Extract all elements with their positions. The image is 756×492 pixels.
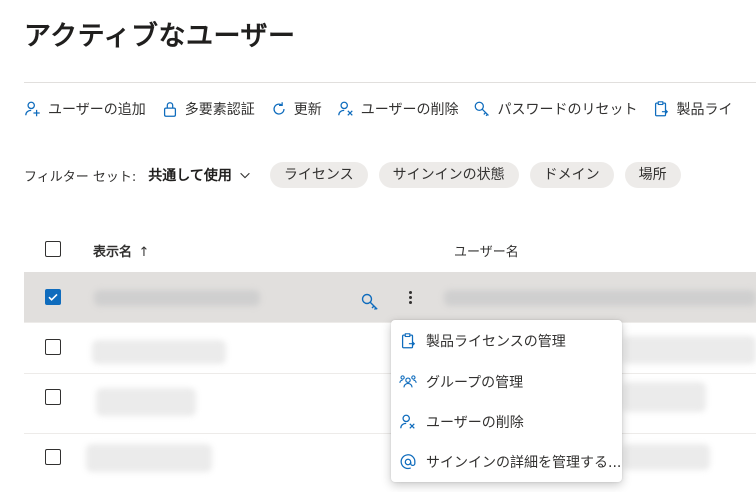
- mfa-label: 多要素認証: [184, 102, 255, 118]
- filter-chip-location[interactable]: 場所: [624, 162, 681, 188]
- command-bar: ユーザーの追加 多要素認証 更新 ユーザーの削除 パスワードのリセット 製品ライ: [24, 94, 747, 124]
- reset-password-button[interactable]: パスワードのリセット: [473, 99, 637, 119]
- select-all-checkbox[interactable]: [45, 241, 61, 257]
- more-options-icon[interactable]: [402, 289, 418, 309]
- menu-item-delete-user[interactable]: ユーザーの削除: [391, 402, 622, 442]
- manage-licenses-label: 製品ライ: [676, 102, 733, 118]
- menu-item-manage-signin[interactable]: サインインの詳細を管理する...: [391, 442, 622, 482]
- license-icon: [401, 333, 416, 349]
- at-icon: [400, 454, 416, 470]
- filter-chip-signin-status[interactable]: サインインの状態: [378, 162, 519, 188]
- redacted-display-name: [92, 340, 226, 364]
- row-checkbox[interactable]: [45, 339, 61, 355]
- row-checkbox[interactable]: [45, 289, 61, 305]
- delete-user-button[interactable]: ユーザーの削除: [337, 99, 459, 119]
- redacted-username: [622, 336, 756, 364]
- manage-groups-label: グループの管理: [426, 375, 524, 391]
- column-header-username[interactable]: ユーザー名: [454, 241, 519, 260]
- delete-user-menu-label: ユーザーの削除: [426, 415, 524, 431]
- chevron-down-icon[interactable]: [238, 168, 252, 182]
- redacted-username: [444, 290, 756, 306]
- redacted-display-name: [86, 444, 212, 472]
- redacted-username: [622, 444, 710, 470]
- checkmark-icon: [48, 293, 58, 301]
- column-header-display-name[interactable]: 表示名 ↑: [93, 241, 149, 260]
- add-user-label: ユーザーの追加: [48, 102, 146, 118]
- filter-set-dropdown[interactable]: 共通して使用: [148, 165, 232, 185]
- license-icon: [655, 101, 669, 117]
- add-user-button[interactable]: ユーザーの追加: [24, 99, 146, 119]
- manage-signin-label: サインインの詳細を管理する...: [426, 455, 622, 471]
- delete-user-label: ユーザーの削除: [360, 102, 459, 118]
- filter-chip-license[interactable]: ライセンス: [269, 162, 368, 188]
- key-icon: [475, 101, 490, 117]
- manage-licenses-button[interactable]: 製品ライ: [652, 99, 732, 119]
- row-checkbox[interactable]: [45, 449, 61, 465]
- delete-user-icon: [337, 101, 353, 116]
- sort-ascending-icon: ↑: [138, 245, 150, 260]
- group-icon: [399, 375, 417, 388]
- menu-item-manage-licenses[interactable]: 製品ライセンスの管理: [391, 321, 622, 361]
- page-title: アクティブなユーザー: [24, 21, 296, 52]
- mfa-button[interactable]: 多要素認証: [161, 99, 255, 119]
- row-context-menu: 製品ライセンスの管理 グループの管理 ユーザーの削除 サインインの詳細を管理する…: [391, 320, 622, 482]
- refresh-button[interactable]: 更新: [270, 99, 322, 119]
- add-user-icon: [25, 101, 40, 117]
- delete-user-icon: [400, 414, 415, 429]
- divider: [24, 82, 756, 83]
- lock-icon: [163, 102, 176, 117]
- menu-item-manage-groups[interactable]: グループの管理: [391, 362, 622, 402]
- display-name-header-label: 表示名: [93, 245, 133, 260]
- reset-password-label: パスワードのリセット: [497, 102, 638, 118]
- row-divider: [24, 322, 756, 323]
- redacted-display-name: [96, 388, 196, 416]
- key-icon[interactable]: [360, 292, 380, 312]
- refresh-icon: [273, 102, 285, 115]
- refresh-label: 更新: [293, 102, 322, 118]
- row-checkbox[interactable]: [45, 389, 61, 405]
- filter-chip-domain[interactable]: ドメイン: [529, 162, 614, 188]
- redacted-display-name: [94, 290, 260, 306]
- row-divider: [24, 433, 756, 434]
- redacted-username: [622, 382, 706, 412]
- filter-set-label: フィルター セット:: [24, 169, 137, 185]
- row-divider: [24, 373, 756, 374]
- filter-bar: フィルター セット: 共通して使用 ライセンス サインインの状態 ドメイン 場所: [24, 161, 692, 189]
- manage-licenses-label: 製品ライセンスの管理: [426, 334, 566, 350]
